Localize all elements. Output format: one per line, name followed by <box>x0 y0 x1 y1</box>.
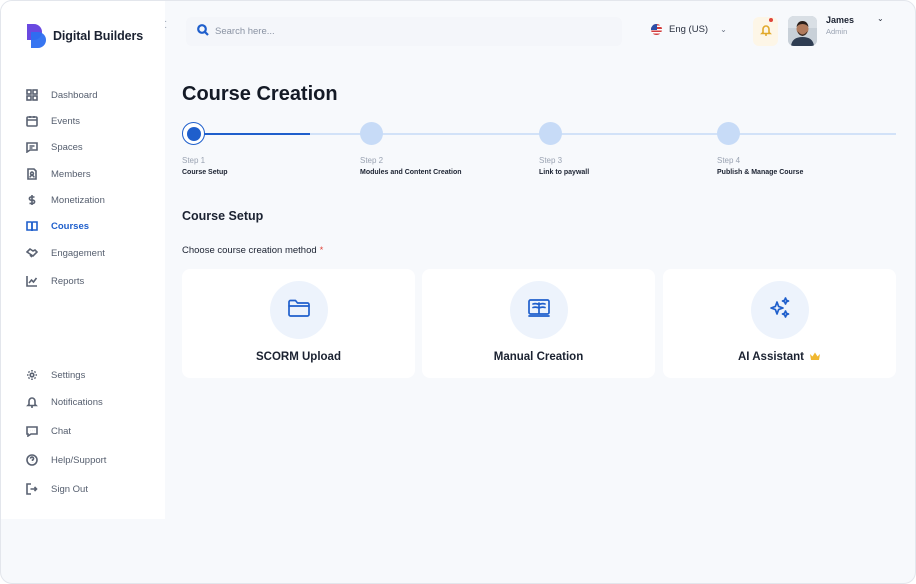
step-indicator <box>717 122 740 145</box>
step-name: Link to paywall <box>539 169 590 176</box>
sidebar-item-label: Help/Support <box>51 454 107 466</box>
handshake-icon <box>25 246 39 260</box>
notifications-button[interactable] <box>753 17 778 46</box>
sidebar-item-notifications[interactable]: Notifications <box>25 393 103 411</box>
gear-icon <box>25 368 39 382</box>
step-number: Step 2 <box>360 156 384 165</box>
section-title: Course Setup <box>182 209 264 223</box>
sidebar: Digital Builders Dashboard Events Spaces… <box>1 1 165 519</box>
step-name: Publish & Manage Course <box>717 169 804 176</box>
sidebar-item-label: Monetization <box>51 194 105 206</box>
dashboard-icon <box>25 88 39 102</box>
method-label-row: AI Assistant <box>663 351 896 364</box>
document-user-icon <box>25 167 39 181</box>
step-4[interactable]: Step 4 Publish & Manage Course <box>717 122 803 176</box>
step-1[interactable]: Step 1 Course Setup <box>182 122 228 176</box>
us-flag-icon <box>651 24 662 35</box>
sidebar-item-monetization[interactable]: Monetization <box>25 191 105 209</box>
chat-icon <box>25 424 39 438</box>
step-3[interactable]: Step 3 Link to paywall <box>539 122 589 176</box>
step-2[interactable]: Step 2 Modules and Content Creation <box>360 122 462 176</box>
line-chart-icon <box>25 274 39 288</box>
search-input[interactable] <box>215 26 595 37</box>
chevron-down-icon: ⌄ <box>720 25 727 34</box>
brand-logo-icon <box>25 23 47 49</box>
method-label: AI Assistant <box>737 351 805 363</box>
help-circle-icon <box>25 453 39 467</box>
language-selector[interactable]: Eng (US) ⌄ <box>651 24 727 35</box>
sidebar-item-courses[interactable]: Courses <box>25 217 89 235</box>
sidebar-collapse-handle[interactable]: · · <box>164 17 174 39</box>
brand-logo[interactable]: Digital Builders <box>25 23 143 49</box>
notification-badge <box>769 18 773 22</box>
sidebar-item-settings[interactable]: Settings <box>25 366 85 384</box>
manual-creation-card[interactable]: Manual Creation <box>422 269 655 378</box>
method-icon-circle <box>509 281 568 339</box>
step-name: Course Setup <box>182 169 228 176</box>
method-label: Choose course creation method * <box>182 245 323 256</box>
sidebar-item-label: Courses <box>51 220 90 232</box>
step-indicator <box>539 122 562 145</box>
step-name: Modules and Content Creation <box>360 169 462 176</box>
brand-name: Digital Builders <box>53 29 144 43</box>
method-label-text: Choose course creation method <box>182 245 317 256</box>
sidebar-item-label: Settings <box>51 369 86 381</box>
stepper-progress <box>194 133 310 135</box>
book-open-icon <box>25 219 39 233</box>
app-window: Digital Builders Dashboard Events Spaces… <box>0 0 916 584</box>
sidebar-item-label: Members <box>51 168 91 180</box>
bell-icon <box>25 395 39 409</box>
dollar-icon <box>25 193 39 207</box>
user-role: Admin <box>826 27 848 36</box>
search-bar[interactable] <box>186 17 622 46</box>
method-icon-circle <box>750 281 809 339</box>
step-number: Step 4 <box>717 156 741 165</box>
user-menu-chevron-icon[interactable]: ⌄ <box>877 14 884 23</box>
sign-out-icon <box>25 482 39 496</box>
sidebar-item-chat[interactable]: Chat <box>25 422 71 440</box>
scorm-upload-card[interactable]: SCORM Upload <box>182 269 415 378</box>
sidebar-item-spaces[interactable]: Spaces <box>25 138 83 156</box>
crown-icon <box>809 351 821 364</box>
sidebar-item-label: Engagement <box>51 247 105 259</box>
ai-assistant-card[interactable]: AI Assistant <box>663 269 896 378</box>
folder-icon <box>286 295 312 326</box>
required-mark: * <box>319 245 324 256</box>
open-book-icon <box>526 295 552 326</box>
calendar-icon <box>25 114 39 128</box>
sidebar-item-label: Dashboard <box>51 89 98 101</box>
step-indicator <box>182 122 205 145</box>
method-label: SCORM Upload <box>256 351 341 363</box>
sidebar-item-help-support[interactable]: Help/Support <box>25 451 106 469</box>
page-title: Course Creation <box>182 83 338 105</box>
sidebar-item-label: Chat <box>51 425 72 437</box>
message-square-icon <box>25 140 39 154</box>
sidebar-item-reports[interactable]: Reports <box>25 272 84 290</box>
sidebar-item-label: Events <box>51 115 81 127</box>
sidebar-item-label: Reports <box>51 275 85 287</box>
sidebar-item-sign-out[interactable]: Sign Out <box>25 480 88 498</box>
sidebar-item-engagement[interactable]: Engagement <box>25 244 105 262</box>
sidebar-item-label: Notifications <box>51 396 103 408</box>
step-indicator <box>360 122 383 145</box>
sidebar-item-label: Sign Out <box>51 483 88 495</box>
bell-icon <box>759 23 772 41</box>
search-icon <box>197 23 209 41</box>
sparkles-icon <box>767 295 793 326</box>
step-number: Step 1 <box>182 156 206 165</box>
course-creation-stepper: Step 1 Course Setup Step 2 Modules and C… <box>182 122 898 182</box>
language-label: Eng (US) <box>669 24 709 35</box>
method-icon-circle <box>269 281 328 339</box>
user-name: James <box>826 15 855 25</box>
sidebar-item-dashboard[interactable]: Dashboard <box>25 86 97 104</box>
sidebar-item-label: Spaces <box>51 141 83 153</box>
sidebar-item-events[interactable]: Events <box>25 112 80 130</box>
avatar[interactable] <box>788 16 817 46</box>
step-number: Step 3 <box>539 156 563 165</box>
method-label: Manual Creation <box>493 351 584 363</box>
sidebar-item-members[interactable]: Members <box>25 165 91 183</box>
